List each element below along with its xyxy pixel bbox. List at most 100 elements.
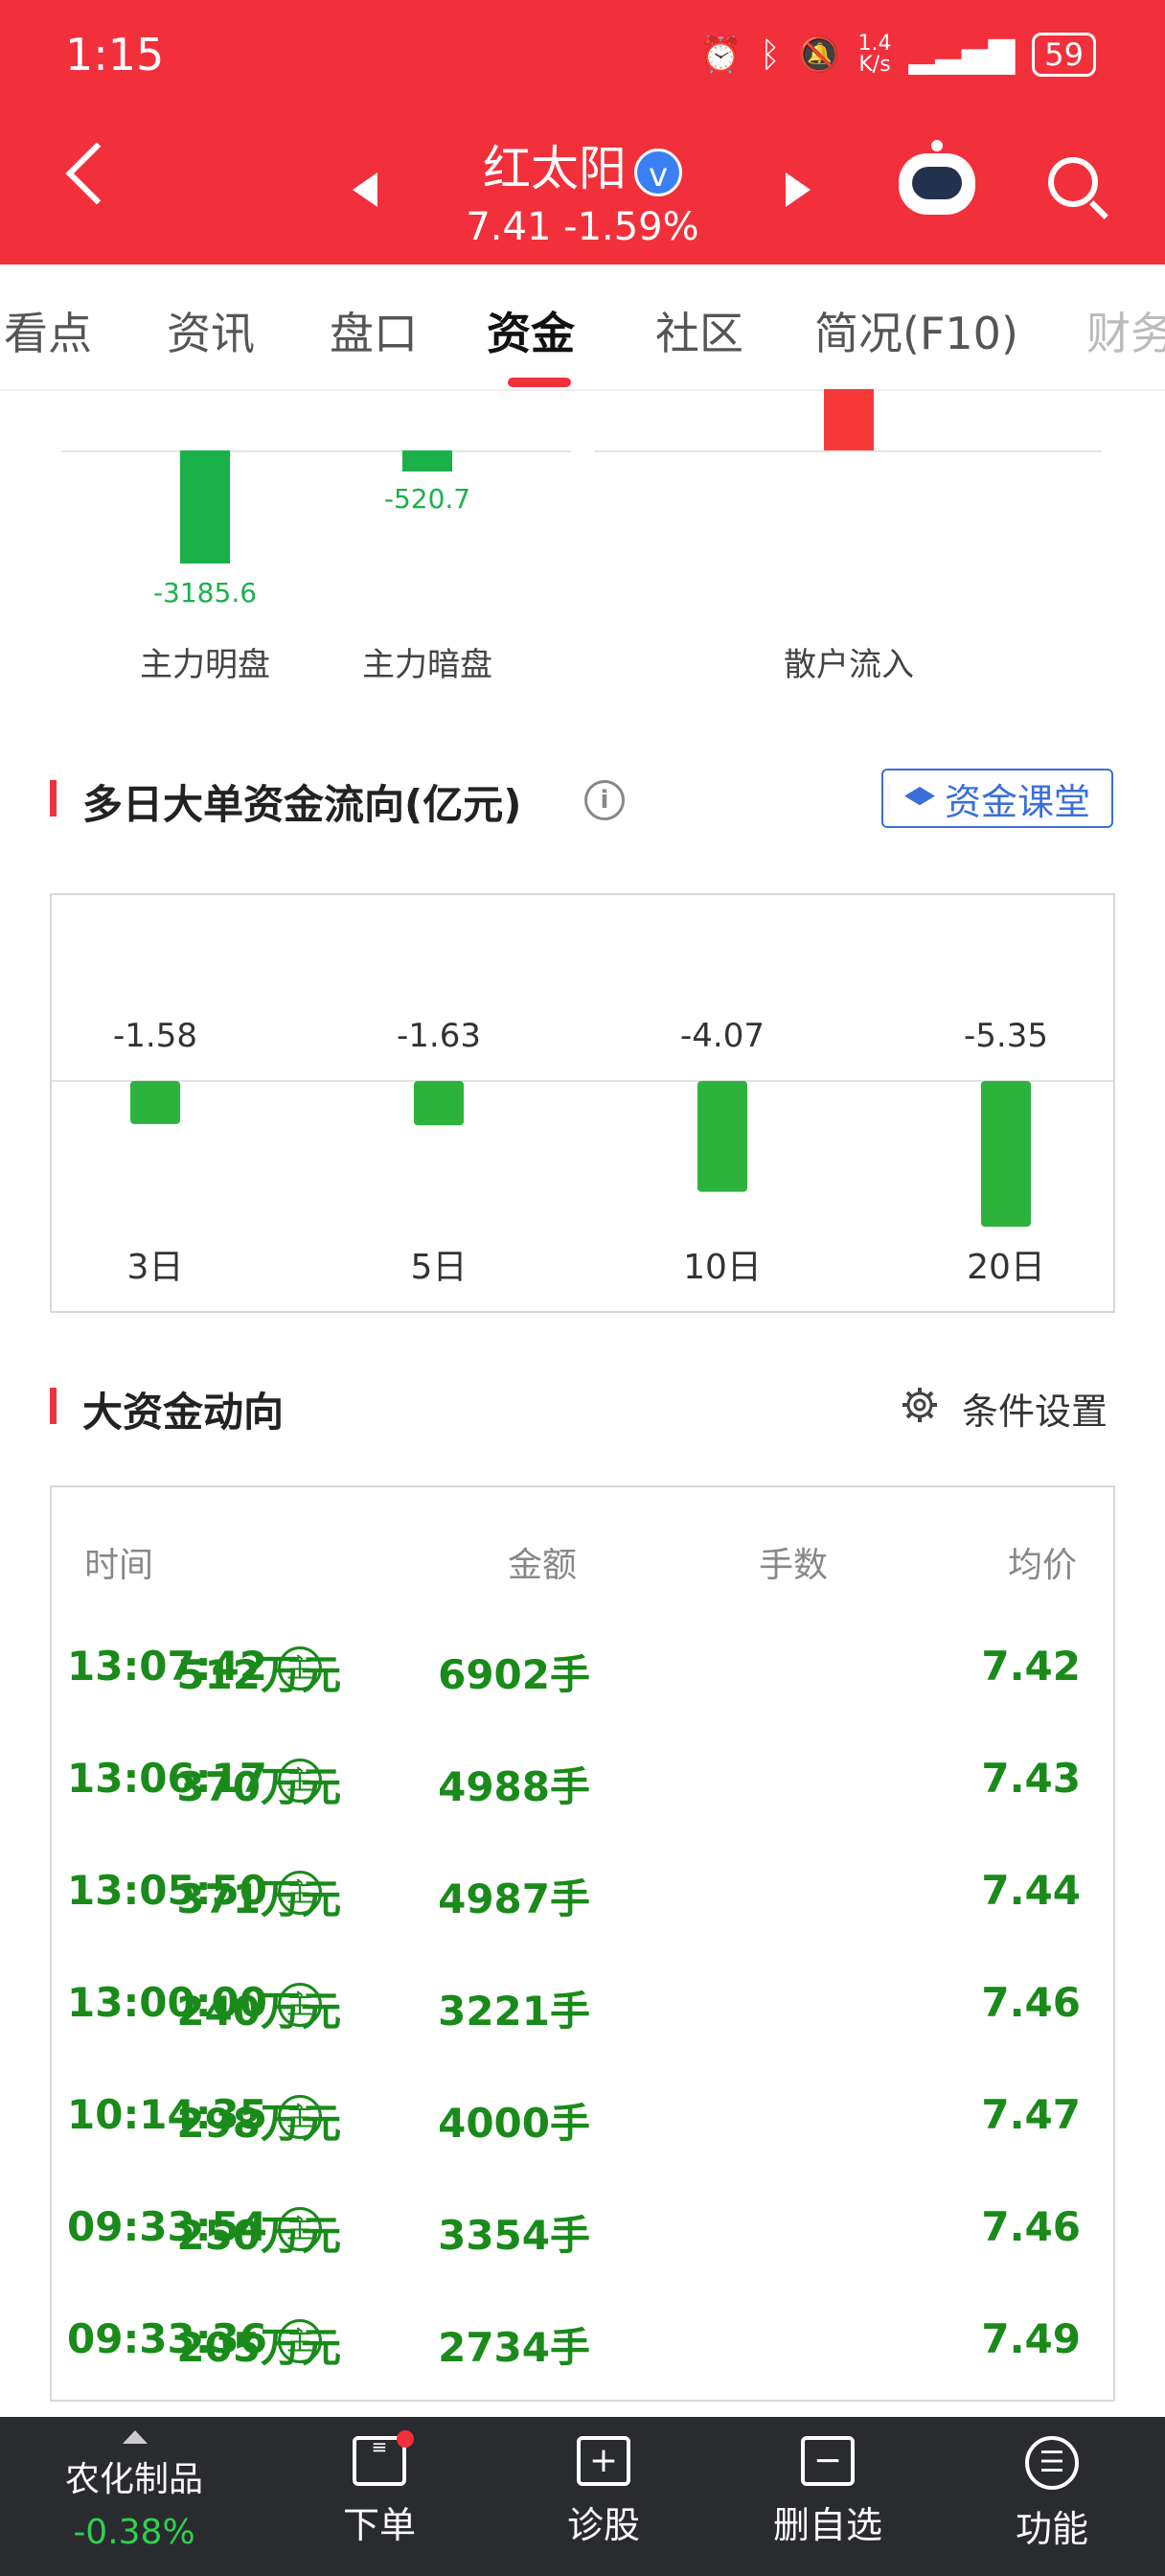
active-tab-indicator — [508, 378, 571, 387]
multi-day-title: 多日大单资金流向(亿元) — [82, 781, 522, 828]
row-amount: 250万元 — [176, 2212, 341, 2259]
sector-change: -0.38% — [73, 2513, 195, 2552]
tab-f10[interactable]: 简况(F10) — [814, 299, 1018, 362]
row-amount: 371万元 — [176, 1875, 341, 1922]
search-icon[interactable] — [1048, 157, 1098, 207]
value-main-hidden: -520.7 — [383, 483, 471, 515]
chart-category-label: 20日 — [967, 1248, 1045, 1287]
status-icons: ⏰ ᛒ 🔕 1.4 K/s ▂▃▅▇ 59 — [699, 33, 1096, 77]
table-row[interactable]: 13:05:50 主 371万元 4987手 7.44 — [52, 1842, 1113, 1953]
tab-bar: 看点 资讯 盘口 资金 社区 简况(F10) 财务 — [0, 264, 1165, 391]
notification-dot — [397, 2430, 414, 2448]
row-amount: 370万元 — [176, 1763, 341, 1810]
baseline-right — [594, 450, 1102, 452]
row-lots: 3354手 — [438, 2212, 590, 2259]
mute-icon: 🔕 — [797, 35, 841, 75]
robot-antenna — [931, 140, 943, 151]
remove-watchlist-icon: − — [801, 2436, 855, 2486]
chart-category-label: 5日 — [411, 1248, 468, 1287]
row-avg-price: 7.47 — [981, 2091, 1081, 2138]
diagnose-button[interactable]: + 诊股 — [508, 2436, 699, 2548]
chart-bar — [981, 1081, 1031, 1227]
funds-class-button[interactable]: 资金课堂 — [881, 769, 1113, 828]
row-lots: 4000手 — [438, 2100, 590, 2147]
header-avg-price: 均价 — [1008, 1546, 1078, 1585]
section-accent — [50, 780, 57, 816]
menu-icon: ☰ — [1025, 2436, 1079, 2490]
big-funds-title: 大资金动向 — [82, 1389, 285, 1436]
row-avg-price: 7.44 — [981, 1867, 1081, 1914]
graduation-cap-icon — [903, 787, 935, 806]
order-icon: ≡ — [353, 2430, 414, 2486]
caret-up-icon[interactable] — [123, 2430, 148, 2444]
row-amount: 205万元 — [176, 2324, 341, 2371]
label-main-visible: 主力明盘 — [140, 646, 270, 684]
header-time: 时间 — [84, 1546, 154, 1585]
bar-retail-inflow — [824, 389, 874, 450]
multi-day-chart-svg: -1.58 3日 -1.63 5日 -4.07 10日 -5.35 20日 — [52, 1017, 1113, 1287]
tab-funds[interactable]: 资金 — [487, 299, 575, 362]
row-amount: 512万元 — [176, 1651, 341, 1698]
info-icon[interactable]: i — [584, 780, 625, 820]
bluetooth-icon: ᛒ — [760, 34, 781, 75]
tab-finance[interactable]: 财务 — [1086, 299, 1165, 362]
table-row[interactable]: 13:00:00 主 240万元 3221手 7.46 — [52, 1954, 1113, 2065]
stock-price: 7.41 -1.59% — [466, 205, 699, 249]
net-speed: 1.4 K/s — [857, 32, 892, 77]
tab-highlights[interactable]: 看点 — [4, 299, 92, 362]
battery-icon: 59 — [1032, 33, 1096, 77]
row-avg-price: 7.49 — [981, 2315, 1081, 2362]
status-time: 1:15 — [65, 29, 165, 80]
condition-settings-button[interactable]: 条件设置 — [962, 1382, 1108, 1435]
row-avg-price: 7.46 — [981, 1979, 1081, 2026]
stock-title: 红太阳 v — [0, 130, 1165, 199]
table-row[interactable]: 09:33:36 主 205万元 2734手 7.49 — [52, 2290, 1113, 2402]
chart-value-label: -1.63 — [397, 1017, 481, 1055]
verified-icon: v — [634, 148, 682, 196]
chart-value-label: -1.58 — [113, 1017, 197, 1055]
chart-category-label: 10日 — [683, 1248, 762, 1287]
order-button[interactable]: ≡ 下单 — [284, 2430, 475, 2548]
label-retail-inflow: 散户流入 — [784, 646, 914, 684]
signal-icon: ▂▃▅▇ — [908, 34, 1016, 75]
table-row[interactable]: 13:07:42 主 512万元 6902手 7.42 — [52, 1618, 1113, 1729]
chart-bar — [414, 1081, 464, 1126]
sector-name[interactable]: 农化制品 — [0, 2451, 268, 2501]
multi-day-chart: -1.58 3日 -1.63 5日 -4.07 10日 -5.35 20日 — [50, 893, 1115, 1313]
functions-button[interactable]: ☰ 功能 — [956, 2436, 1148, 2552]
row-lots: 2734手 — [438, 2324, 590, 2371]
remove-watchlist-button[interactable]: − 删自选 — [732, 2436, 924, 2548]
big-funds-table: 时间 金额 手数 均价 13:07:42 主 512万元 6902手 7.42 13:06… — [50, 1485, 1115, 2402]
bar-main-hidden — [402, 450, 452, 472]
table-row[interactable]: 09:33:54 主 250万元 3354手 7.46 — [52, 2178, 1113, 2289]
row-lots: 4988手 — [438, 1763, 590, 1810]
row-avg-price: 7.42 — [981, 1643, 1081, 1690]
header-lots: 手数 — [759, 1546, 829, 1585]
alarm-icon: ⏰ — [699, 35, 743, 75]
robot-assistant-icon[interactable] — [899, 153, 975, 215]
baseline-left — [61, 450, 571, 452]
section-accent-2 — [50, 1388, 57, 1424]
row-amount: 298万元 — [176, 2100, 341, 2147]
label-main-hidden: 主力暗盘 — [362, 646, 492, 684]
bottom-toolbar: 农化制品 -0.38% ≡ 下单 + 诊股 − 删自选 ☰ 功能 — [0, 2417, 1165, 2576]
chart-bar — [697, 1081, 747, 1192]
tab-orderbook[interactable]: 盘口 — [330, 299, 418, 362]
row-avg-price: 7.46 — [981, 2203, 1081, 2250]
chart-value-label: -4.07 — [680, 1017, 765, 1055]
row-lots: 3221手 — [438, 1988, 590, 2035]
table-row[interactable]: 10:14:35 主 298万元 4000手 7.47 — [52, 2066, 1113, 2177]
value-main-visible: -3185.6 — [152, 577, 258, 609]
table-row[interactable]: 13:06:17 主 370万元 4988手 7.43 — [52, 1730, 1113, 1841]
chart-value-label: -5.35 — [964, 1017, 1048, 1055]
row-amount: 240万元 — [176, 1988, 341, 2035]
bar-main-visible — [180, 450, 230, 564]
chart-category-label: 3日 — [127, 1248, 184, 1287]
tab-news[interactable]: 资讯 — [167, 299, 255, 362]
app-header: 1:15 ⏰ ᛒ 🔕 1.4 K/s ▂▃▅▇ 59 红太阳 v 7.41 -1.… — [0, 0, 1165, 264]
row-avg-price: 7.43 — [981, 1755, 1081, 1802]
chart-bar — [130, 1081, 180, 1124]
tab-community[interactable]: 社区 — [655, 299, 743, 362]
row-lots: 4987手 — [438, 1875, 590, 1922]
gear-icon[interactable] — [901, 1386, 939, 1424]
